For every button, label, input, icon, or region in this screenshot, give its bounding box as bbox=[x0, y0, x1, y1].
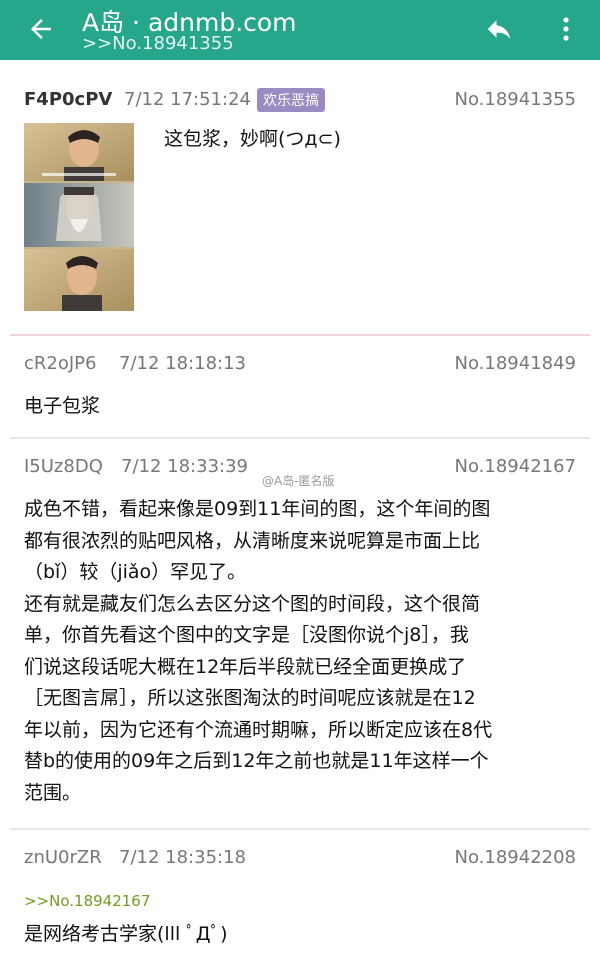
post-number[interactable]: No.18941849 bbox=[455, 353, 577, 374]
post-content: 是网络考古学家(lll ﾟДﾟ) bbox=[24, 923, 228, 945]
post-content: 电子包浆 bbox=[24, 395, 101, 417]
post-header: cR2oJP6 7/12 18:18:13 No.18941849 bbox=[24, 353, 576, 379]
quote-link[interactable]: >>No.18942167 bbox=[24, 892, 150, 910]
reply-icon[interactable] bbox=[484, 14, 514, 44]
content-line: 们说这段话呢大概在12年后半段就已经全面更换成了 bbox=[24, 655, 467, 678]
content-line: （bǐ）较（jiǎo）罕见了。 bbox=[24, 561, 247, 583]
post-uid[interactable]: znU0rZR bbox=[24, 847, 102, 868]
reply-post: znU0rZR 7/12 18:35:18 No.18942208 >>No.1… bbox=[10, 830, 590, 964]
reply-post: cR2oJP6 7/12 18:18:13 No.18941849 电子包浆 bbox=[10, 336, 590, 439]
post-image-thumbnail[interactable] bbox=[24, 123, 134, 311]
post-time: 7/12 18:33:39 bbox=[121, 456, 248, 477]
post-time: 7/12 17:51:24 bbox=[124, 89, 251, 110]
post-header: znU0rZR 7/12 18:35:18 No.18942208 bbox=[24, 847, 576, 873]
content-line: 年以前，因为它还有个流通时期嘛，所以断定应该在8代 bbox=[24, 718, 493, 741]
post-uid[interactable]: I5Uz8DQ bbox=[24, 456, 103, 477]
content-line: 都有很浓烈的贴吧风格，从清晰度来说呢算是市面上比 bbox=[24, 529, 481, 552]
thread-id-subtitle: >>No.18941355 bbox=[82, 33, 234, 54]
meme-image bbox=[24, 123, 134, 311]
post-number[interactable]: No.18942208 bbox=[455, 847, 577, 868]
content-line: 成色不错，看起来像是09到11年间的图，这个年间的图 bbox=[24, 498, 491, 520]
post-time: 7/12 18:35:18 bbox=[119, 847, 246, 868]
content-line: 范围。 bbox=[24, 781, 82, 804]
post-uid[interactable]: F4P0cPV bbox=[24, 89, 112, 110]
content-line: 替b的使用的09年之后到12年之前也就是11年这样一个 bbox=[24, 750, 489, 772]
app-bar: A岛 · adnmb.com >>No.18941355 bbox=[0, 0, 600, 60]
content-line: 还有就是藏友们怎么去区分这个图的时间段，这个很简 bbox=[24, 592, 481, 615]
post-header: F4P0cPV 7/12 17:51:24 欢乐恶搞 No.18941355 bbox=[24, 88, 577, 115]
category-badge[interactable]: 欢乐恶搞 bbox=[257, 88, 325, 112]
post-main: F4P0cPV 7/12 17:51:24 欢乐恶搞 No.18941355 这… bbox=[10, 60, 590, 336]
post-number[interactable]: No.18941355 bbox=[455, 89, 577, 110]
post-time: 7/12 18:18:13 bbox=[119, 353, 246, 374]
post-number[interactable]: No.18942167 bbox=[455, 456, 577, 477]
back-arrow-icon[interactable] bbox=[26, 14, 56, 44]
reply-post: I5Uz8DQ 7/12 18:33:39 No.18942167 成色不错，看… bbox=[10, 439, 590, 830]
watermark: @A岛-匿名版 bbox=[262, 474, 335, 488]
post-content: 成色不错，看起来像是09到11年间的图，这个年间的图 都有很浓烈的贴吧风格，从清… bbox=[24, 494, 580, 809]
content-line: ［无图言屌］，所以这张图淘汰的时间呢应该就是在12 bbox=[24, 687, 476, 709]
content-line: 单，你首先看这个图中的文字是［没图你说个j8］，我 bbox=[24, 624, 469, 646]
post-content: 这包浆，妙啊(つд⊂) bbox=[164, 128, 341, 150]
more-vertical-icon[interactable] bbox=[556, 14, 576, 44]
post-uid[interactable]: cR2oJP6 bbox=[24, 353, 96, 374]
